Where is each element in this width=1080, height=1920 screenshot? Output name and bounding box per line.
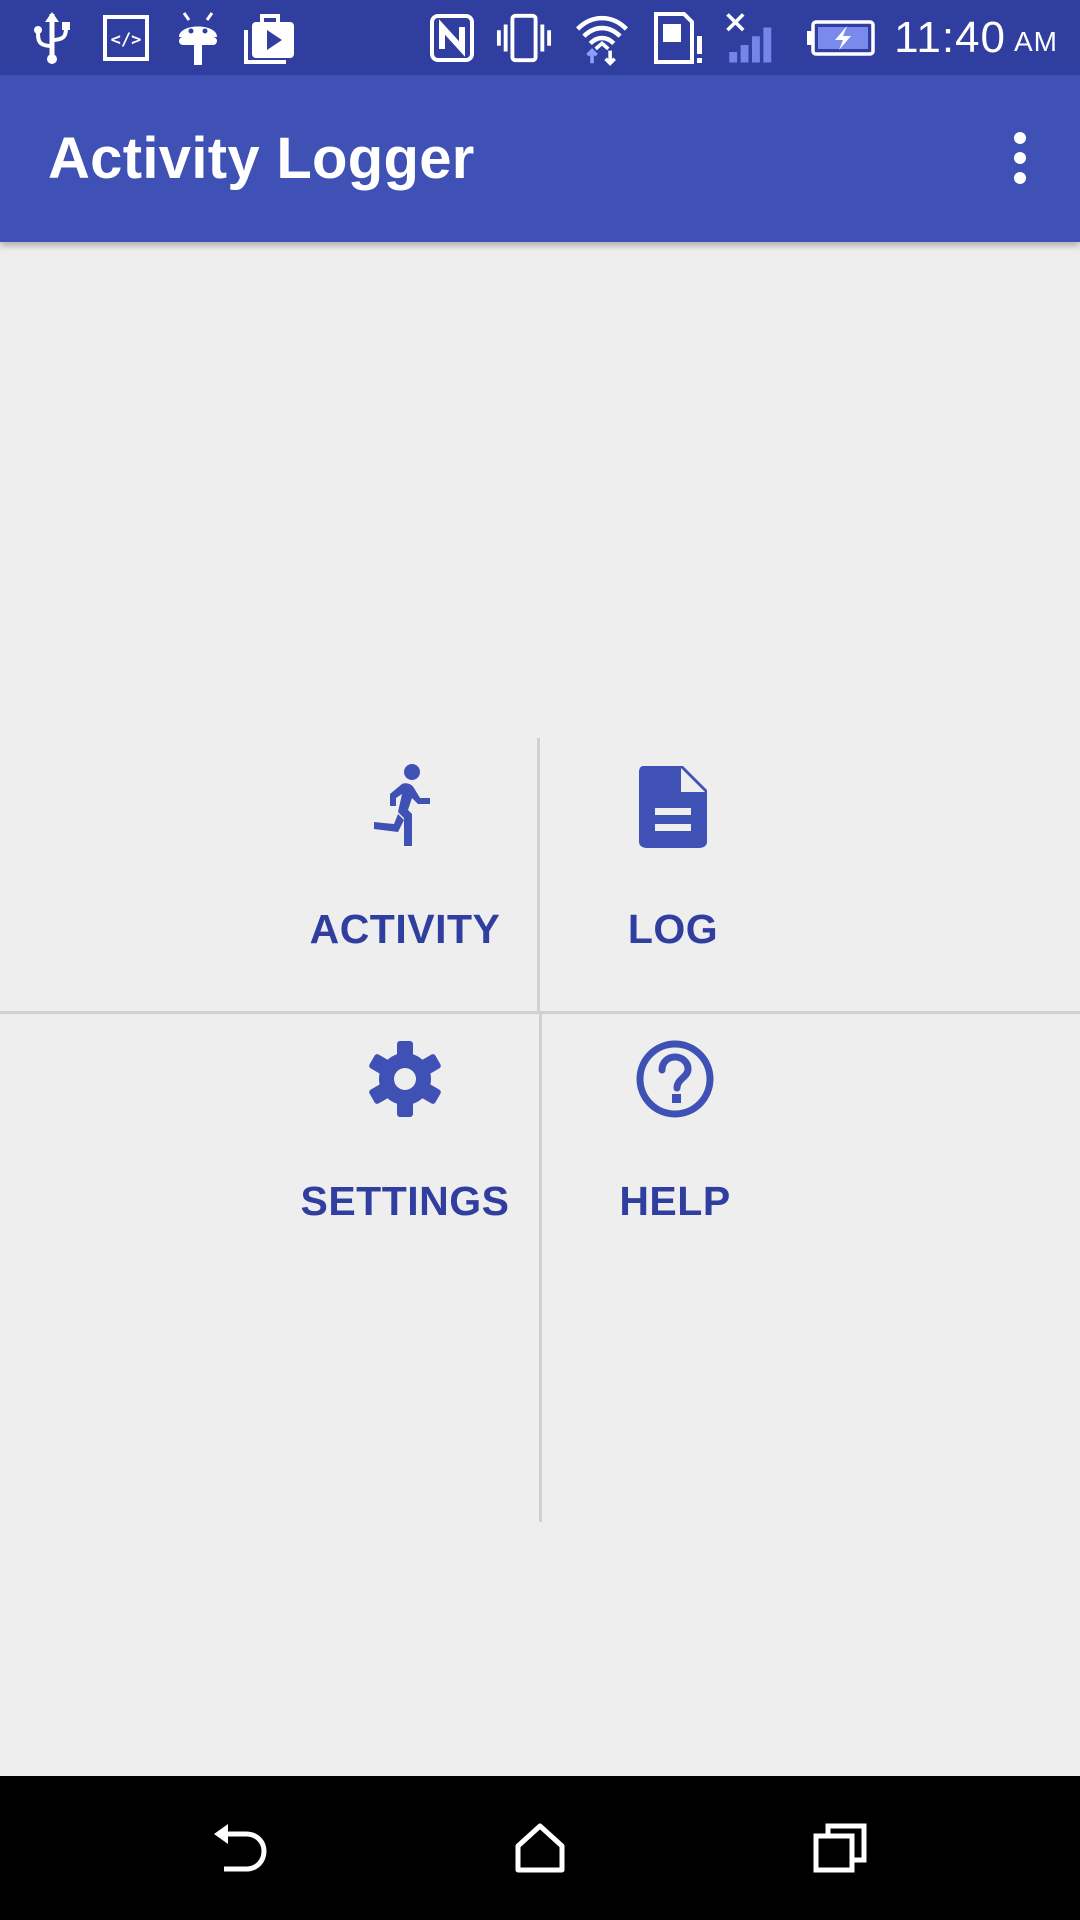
clock-time: 11:40	[894, 12, 1006, 62]
run-icon	[360, 762, 450, 852]
settings-tile[interactable]: SETTINGS	[280, 1034, 530, 1225]
activity-tile[interactable]: ACTIVITY	[280, 762, 530, 953]
activity-label: ACTIVITY	[309, 906, 501, 952]
gear-icon	[360, 1034, 450, 1124]
svg-text:</>: </>	[111, 30, 142, 50]
help-tile[interactable]: HELP	[550, 1034, 800, 1225]
back-icon	[214, 1824, 267, 1872]
developer-code-icon: </>	[98, 10, 154, 66]
app-bar: Activity Logger	[0, 75, 1080, 242]
usb-icon	[24, 10, 80, 66]
recents-button[interactable]	[800, 1808, 880, 1888]
back-button[interactable]	[200, 1808, 280, 1888]
log-tile[interactable]: LOG	[548, 762, 798, 953]
help-label: HELP	[619, 1178, 731, 1224]
recents-icon	[813, 1823, 867, 1873]
android-debug-icon	[170, 10, 226, 66]
navigation-bar	[0, 1776, 1080, 1920]
help-circle-icon	[630, 1034, 720, 1124]
grid-divider-vertical-bottom	[539, 1014, 542, 1522]
overflow-menu-button[interactable]	[988, 120, 1052, 196]
status-bar: </> 11:40 AM	[0, 0, 1080, 75]
signal-off-icon	[724, 10, 780, 66]
nfc-icon	[424, 10, 480, 66]
wifi-icon	[574, 10, 630, 66]
clock-ampm: AM	[1014, 25, 1058, 57]
more-vert-icon	[1014, 132, 1026, 184]
home-button[interactable]	[500, 1808, 580, 1888]
home-icon	[515, 1823, 565, 1873]
play-store-bag-icon	[242, 10, 298, 66]
grid-divider-vertical-top	[537, 738, 540, 1012]
clock: 11:40 AM	[894, 0, 1058, 75]
document-icon	[628, 762, 718, 852]
sim-alert-icon	[650, 10, 706, 66]
settings-label: SETTINGS	[300, 1178, 510, 1224]
log-label: LOG	[627, 906, 719, 952]
vibrate-icon	[496, 10, 552, 66]
battery-charging-icon	[804, 10, 878, 66]
main-content: ACTIVITY LOG SETTINGS HELP	[0, 242, 1080, 1776]
app-title: Activity Logger	[48, 126, 475, 191]
